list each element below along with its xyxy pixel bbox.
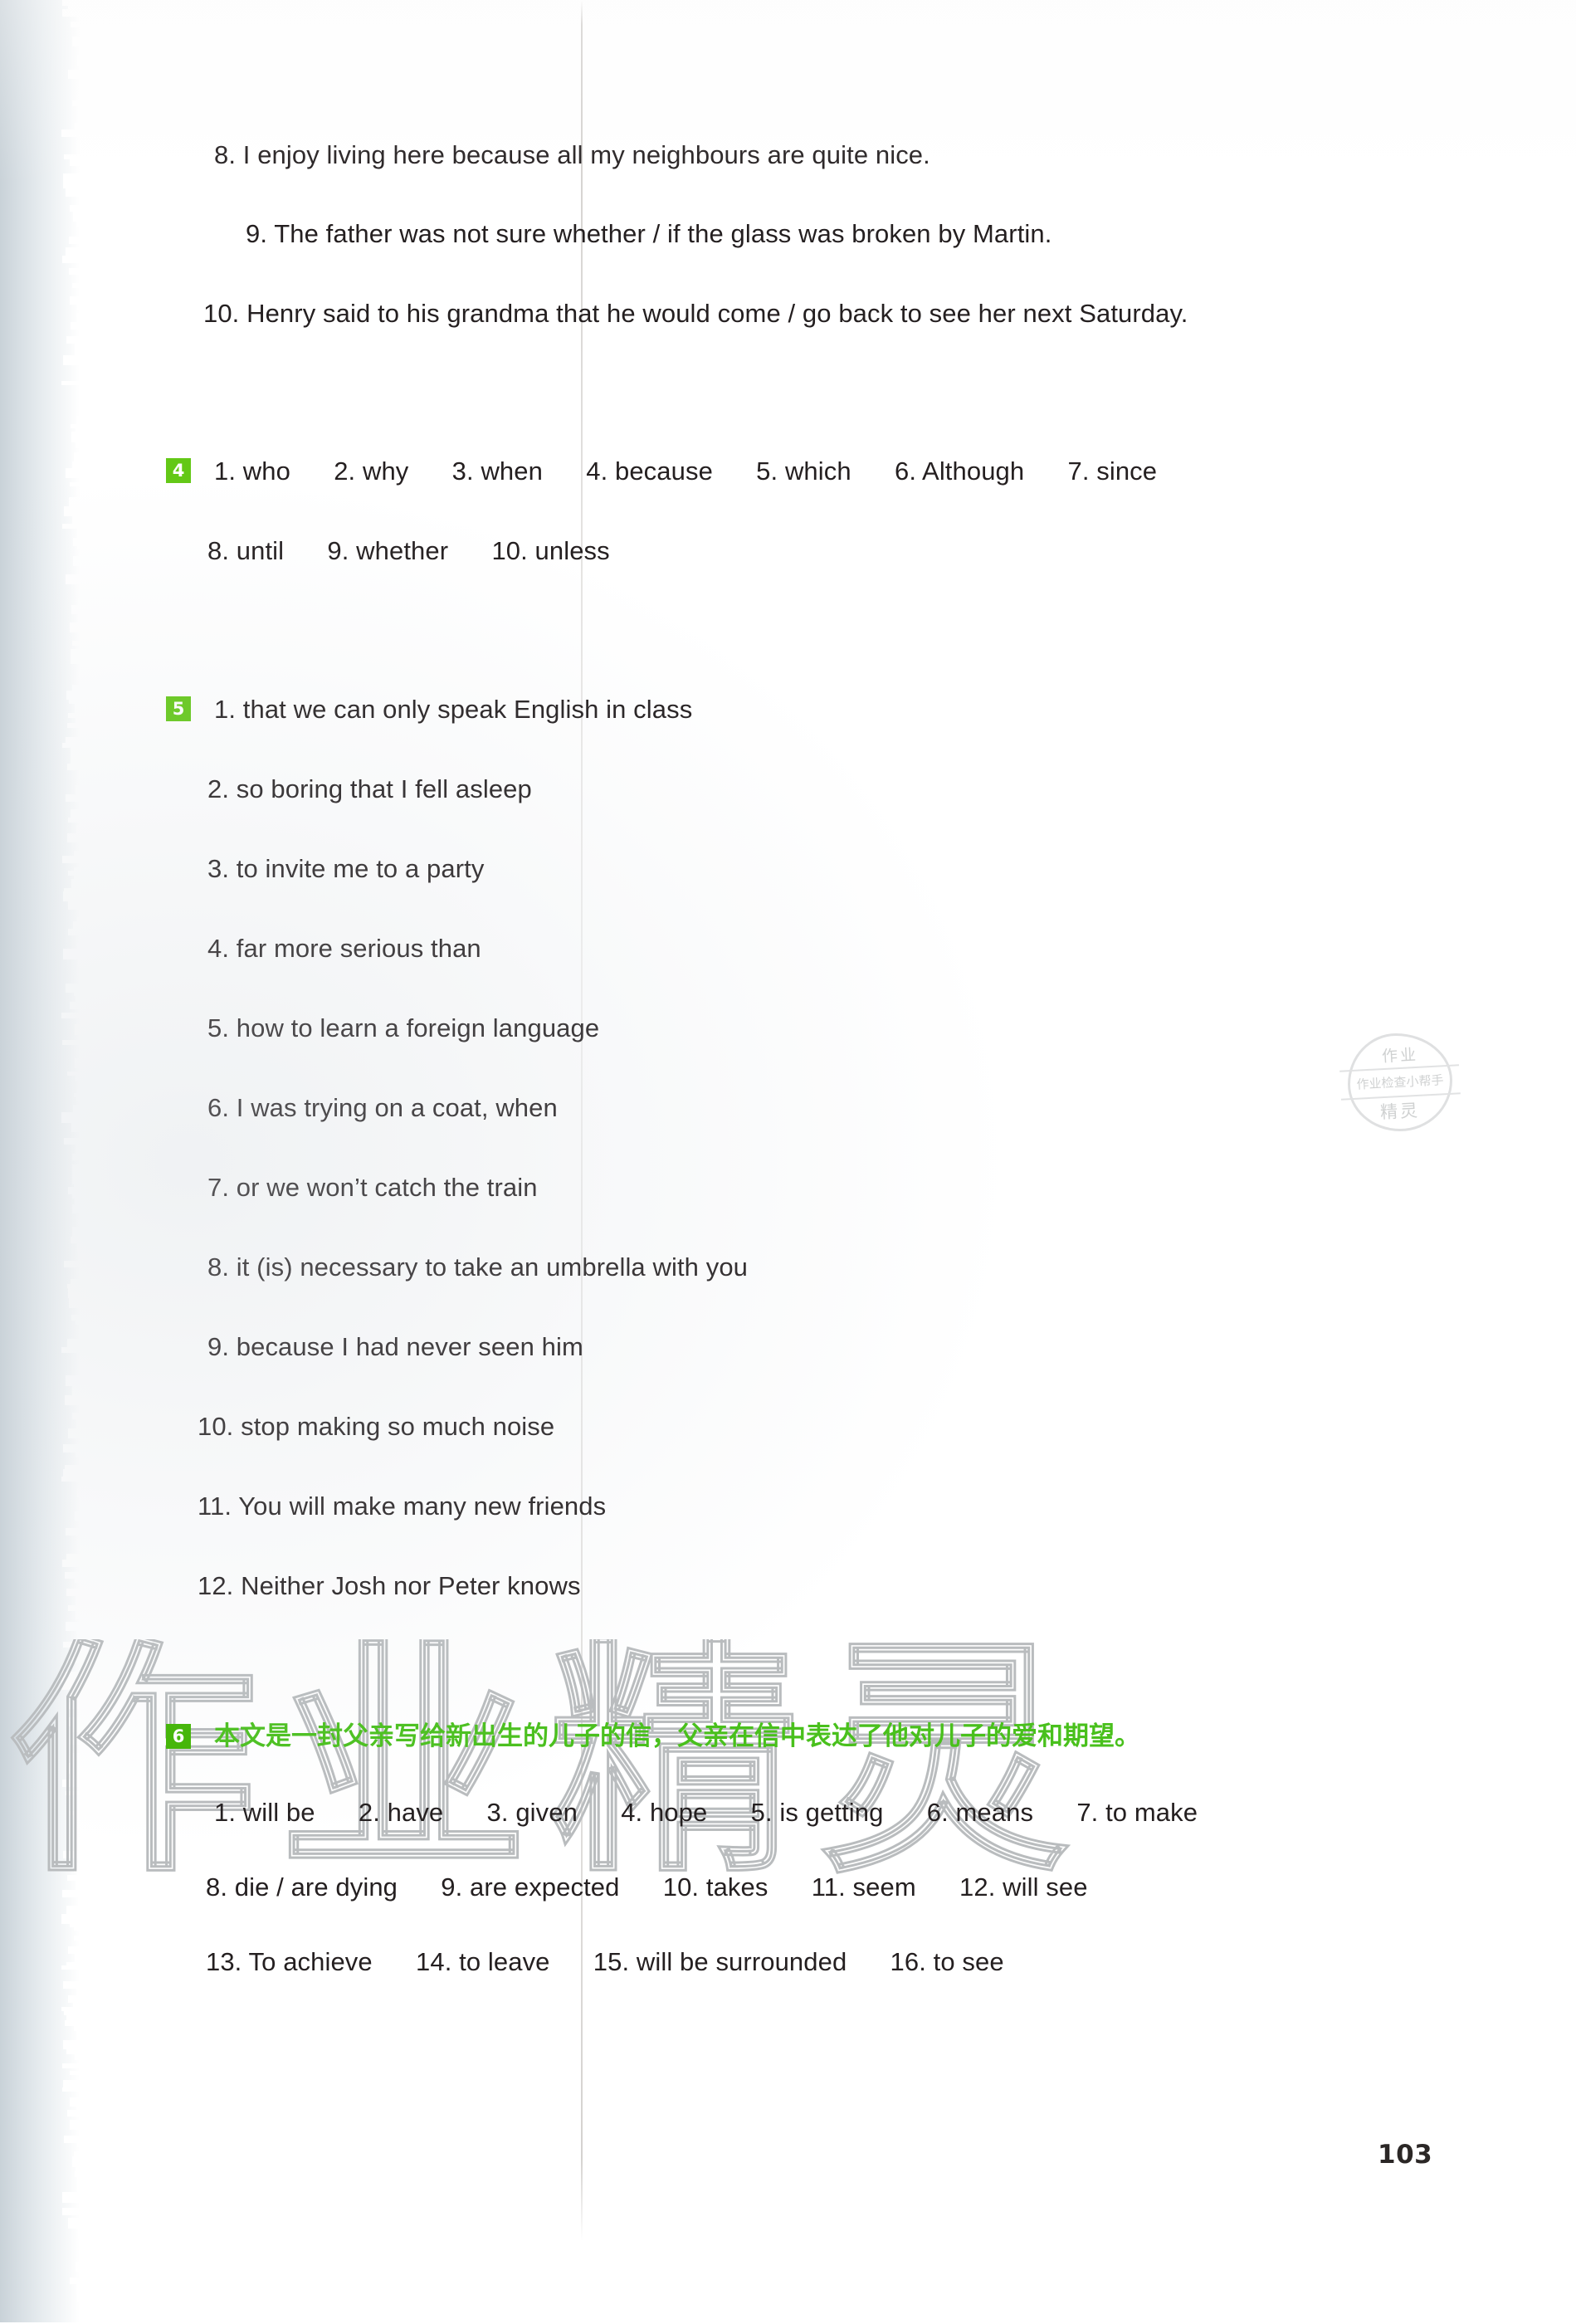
section-badge-5: 5 (166, 696, 191, 721)
page-number: 103 (1378, 2140, 1433, 2170)
section-5-item-10: 10. stop making so much noise (198, 1412, 555, 1441)
continued-item-8: 8. I enjoy living here because all my ne… (214, 140, 930, 169)
answer-key-content: 8. I enjoy living here because all my ne… (0, 0, 1576, 2322)
section-badge-6: 6 (166, 1724, 191, 1749)
section-6-chinese-note: 本文是一封父亲写给新出生的儿子的信，父亲在信中表达了他对儿子的爱和期望。 (214, 1721, 1140, 1751)
section-6-line-1: 1. will be 2. have 3. given 4. hope 5. i… (214, 1798, 1198, 1827)
section-4-line-2: 8. until 9. whether 10. unless (207, 536, 610, 565)
section-4-line-1: 1. who 2. why 3. when 4. because 5. whic… (214, 456, 1158, 486)
section-6-line-3: 13. To achieve 14. to leave 15. will be … (206, 1947, 1004, 1976)
section-5-item-9: 9. because I had never seen him (207, 1332, 583, 1361)
section-5-item-12: 12. Neither Josh nor Peter knows (198, 1571, 581, 1600)
section-5-item-3: 3. to invite me to a party (207, 854, 485, 883)
section-5-item-7: 7. or we won’t catch the train (207, 1173, 538, 1202)
section-5-item-8: 8. it (is) necessary to take an umbrella… (207, 1252, 749, 1282)
continued-item-10: 10. Henry said to his grandma that he wo… (203, 299, 1188, 328)
section-6-line-2: 8. die / are dying 9. are expected 10. t… (206, 1872, 1088, 1902)
section-5-item-6: 6. I was trying on a coat, when (207, 1093, 558, 1122)
section-5-item-4: 4. far more serious than (207, 934, 481, 963)
section-5-item-2: 2. so boring that I fell asleep (207, 774, 532, 803)
section-badge-4: 4 (166, 458, 191, 483)
section-5-item-1: 1. that we can only speak English in cla… (214, 695, 693, 724)
continued-item-9: 9. The father was not sure whether / if … (246, 219, 1052, 248)
section-5-item-5: 5. how to learn a foreign language (207, 1013, 600, 1042)
section-5-item-11: 11. You will make many new friends (198, 1492, 607, 1521)
